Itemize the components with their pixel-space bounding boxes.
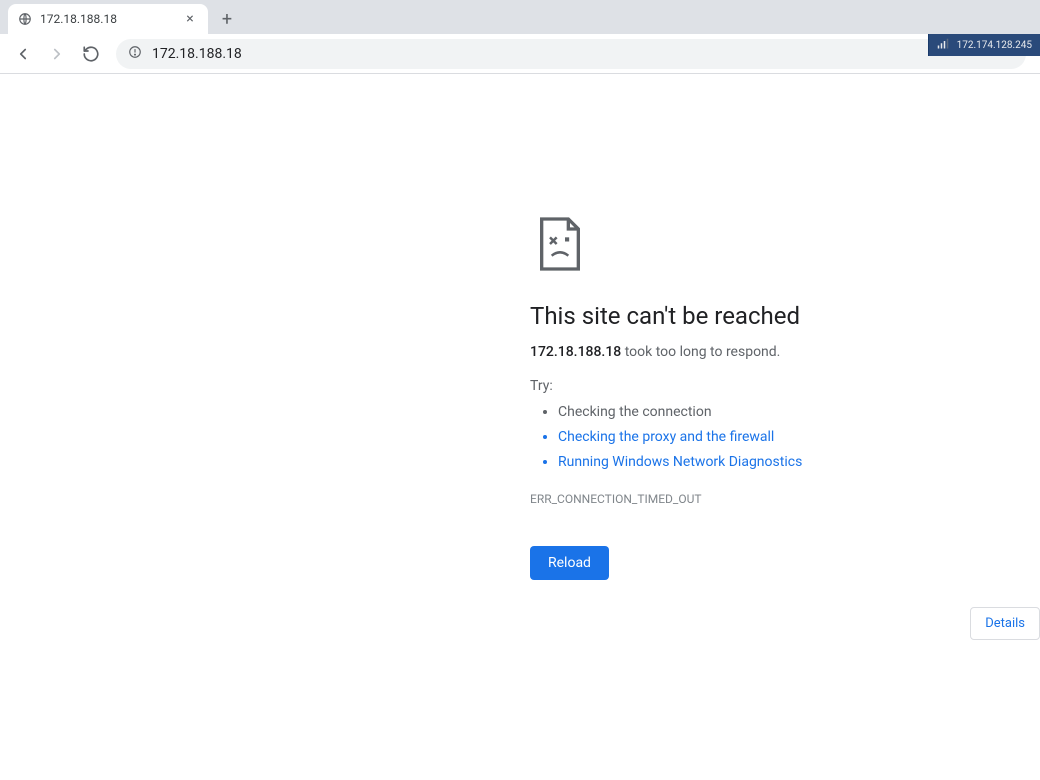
error-message: 172.18.188.18 took too long to respond.: [530, 344, 950, 360]
forward-button[interactable]: [42, 39, 72, 69]
error-code: ERR_CONNECTION_TIMED_OUT: [530, 492, 950, 506]
details-button[interactable]: Details: [970, 607, 1040, 640]
suggestion-item-link[interactable]: Running Windows Network Diagnostics: [558, 450, 950, 475]
error-block: This site can't be reached 172.18.188.18…: [530, 214, 950, 580]
reload-toolbar-button[interactable]: [76, 39, 106, 69]
error-title: This site can't be reached: [530, 302, 950, 330]
suggestion-list: Checking the connection Checking the pro…: [530, 400, 950, 476]
globe-icon: [18, 12, 32, 26]
close-tab-button[interactable]: ×: [182, 11, 198, 27]
back-button[interactable]: [8, 39, 38, 69]
signal-icon: [937, 38, 949, 53]
address-bar-url: 172.18.188.18: [152, 46, 242, 62]
error-host: 172.18.188.18: [530, 344, 621, 360]
try-label: Try:: [530, 378, 950, 394]
reload-button[interactable]: Reload: [530, 546, 609, 580]
error-message-suffix: took too long to respond.: [621, 344, 780, 360]
page-content: This site can't be reached 172.18.188.18…: [0, 74, 1040, 780]
overlay-ip: 172.174.128.245: [957, 40, 1032, 51]
address-bar[interactable]: 172.18.188.18: [116, 39, 1026, 69]
not-secure-icon: [128, 45, 142, 63]
tab-title: 172.18.188.18: [40, 12, 117, 26]
suggestion-item: Checking the connection: [558, 400, 950, 425]
browser-toolbar: 172.18.188.18: [0, 34, 1040, 74]
secondary-monitor-edge: 172.174.128.245: [928, 34, 1040, 56]
browser-tab[interactable]: 172.18.188.18 ×: [8, 4, 208, 34]
sad-page-icon: [530, 214, 590, 274]
tab-strip: 172.18.188.18 × +: [0, 0, 1040, 34]
new-tab-button[interactable]: +: [214, 6, 240, 32]
suggestion-item-link[interactable]: Checking the proxy and the firewall: [558, 425, 950, 450]
